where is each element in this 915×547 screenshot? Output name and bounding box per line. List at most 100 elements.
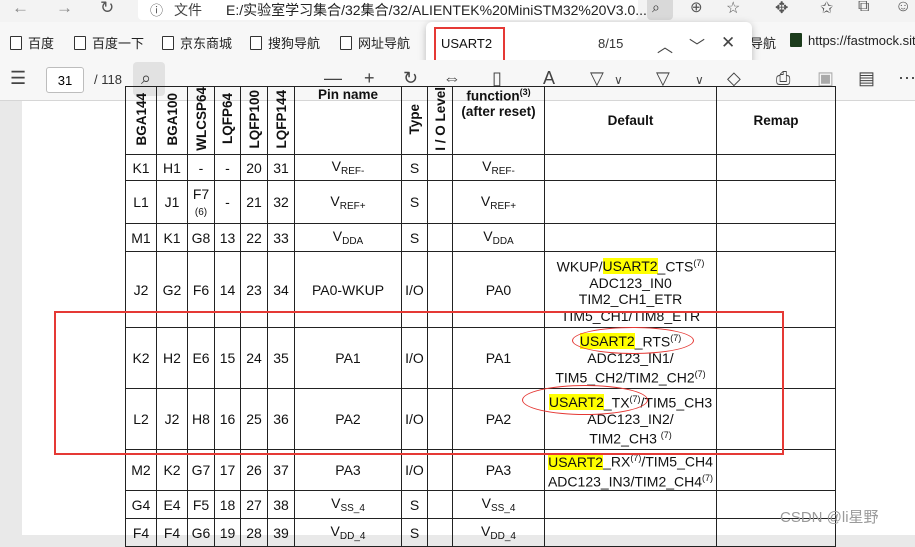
cell: F4 — [156, 518, 188, 547]
cell-pin-name: VREF- — [294, 154, 402, 181]
header-main-function: function(3) (after reset) — [452, 86, 545, 155]
cell: 37 — [267, 448, 295, 492]
find-previous-icon[interactable]: ︿ — [657, 33, 673, 57]
extensions-icon[interactable]: ✥ — [775, 0, 788, 18]
cell: 32 — [267, 180, 295, 224]
cell: - — [187, 154, 215, 181]
page-number-input[interactable]: 31 — [46, 67, 84, 93]
table-row: G4 E4 F5 18 27 38 VSS_4 S VSS_4 — [125, 490, 836, 520]
cell-pin-name: VDDA — [294, 223, 402, 252]
contents-icon[interactable]: ☰ — [10, 68, 26, 89]
cell: 21 — [240, 180, 268, 224]
cell-default — [544, 154, 717, 181]
cell-remap — [716, 223, 836, 252]
header-lqfp144: LQFP144 — [267, 86, 295, 155]
search-highlight: USART2 — [548, 453, 604, 470]
bookmark-label: 百度一下 — [92, 36, 145, 51]
header-default: Default — [544, 86, 717, 155]
cell: 18 — [214, 490, 241, 520]
bookmark-sogou[interactable]: 搜狗导航 — [250, 33, 320, 52]
cell-pin-name: VSS_4 — [294, 490, 402, 520]
find-icon: ⌕ — [652, 0, 660, 15]
cell: G7 — [187, 448, 215, 492]
cell: 38 — [267, 490, 295, 520]
save-as-icon[interactable]: ▤ — [858, 68, 875, 89]
cell: G4 — [125, 490, 157, 520]
bookmark-baidu-search[interactable]: 百度一下 — [74, 33, 144, 52]
cell: K1 — [125, 154, 157, 181]
find-match-count: 8/15 — [598, 36, 624, 51]
find-toggle-button[interactable] — [647, 0, 673, 20]
info-icon[interactable]: ⓘ — [150, 0, 163, 19]
find-next-icon[interactable]: ﹀ — [689, 33, 705, 57]
cell-pin-name: VREF+ — [294, 180, 402, 224]
favorite-star-icon[interactable]: ☆ — [726, 0, 740, 18]
chevron-down-icon[interactable]: ∨ — [614, 73, 623, 87]
header-lqfp64: LQFP64 — [214, 86, 241, 155]
collections-icon[interactable]: ⧉ — [858, 0, 869, 16]
bookmark-nav[interactable]: 导航 — [750, 33, 776, 52]
find-input[interactable]: USART2 — [441, 36, 492, 51]
cell: E4 — [156, 490, 188, 520]
cell: G6 — [187, 518, 215, 547]
zoom-icon[interactable]: ⊕ — [690, 0, 703, 16]
profile-icon[interactable]: ☺ — [895, 0, 911, 16]
bookmark-fastmock[interactable]: https://fastmock.sit — [790, 33, 915, 48]
cell-remap — [716, 154, 836, 181]
chevron-down-icon[interactable]: ∨ — [695, 73, 704, 87]
fastmock-icon — [790, 33, 802, 47]
bookmark-label: 导航 — [750, 36, 777, 51]
cell — [427, 448, 453, 492]
back-icon[interactable]: ← — [12, 0, 29, 18]
bookmark-jd[interactable]: 京东商城 — [162, 33, 232, 52]
cell: 20 — [240, 154, 268, 181]
cell-default — [544, 490, 717, 520]
cell: 17 — [214, 448, 241, 492]
page-icon — [74, 36, 86, 50]
bookmark-label: https://fastmock.sit — [808, 33, 915, 48]
cell-main-function: VDDA — [452, 223, 545, 252]
table-header-row: BGA144 BGA100 WLCSP64 LQFP64 LQFP100 LQF… — [125, 86, 836, 155]
bookmark-label: 京东商城 — [180, 36, 233, 51]
header-io-level: I / O Level — [427, 86, 453, 155]
annotation-ellipse — [572, 327, 694, 354]
cell: 33 — [267, 223, 295, 252]
bookmark-baidu[interactable]: 百度 — [10, 33, 54, 52]
cell: F5 — [187, 490, 215, 520]
cell: G8 — [187, 223, 215, 252]
cell-remap — [716, 180, 836, 224]
cell — [427, 223, 453, 252]
cell: M1 — [125, 223, 157, 252]
page-icon — [250, 36, 262, 50]
forward-icon[interactable]: → — [56, 0, 73, 18]
header-pin-name: Pin name — [294, 86, 402, 155]
cell: - — [214, 180, 241, 224]
watermark: CSDN @li星野 — [780, 509, 879, 526]
table-row: M2 K2 G7 17 26 37 PA3 I/O PA3 USART2_RX(… — [125, 448, 836, 492]
cell: 13 — [214, 223, 241, 252]
cell: 26 — [240, 448, 268, 492]
cell-type: S — [401, 490, 428, 520]
more-icon[interactable]: ⋯ — [898, 68, 915, 89]
cell — [427, 154, 453, 181]
cell: K2 — [156, 448, 188, 492]
cell: 19 — [214, 518, 241, 547]
bookmark-url-nav[interactable]: 网址导航 — [340, 33, 410, 52]
page-total: / 118 — [94, 72, 122, 87]
cell: 22 — [240, 223, 268, 252]
cell-pin-name: VDD_4 — [294, 518, 402, 547]
favorites-icon[interactable]: ✩ — [820, 0, 833, 18]
refresh-icon[interactable]: ↻ — [100, 0, 114, 18]
header-type: Type — [401, 86, 428, 155]
cell-type: S — [401, 518, 428, 547]
cell: 27 — [240, 490, 268, 520]
cell-remap — [716, 448, 836, 492]
cell: F4 — [125, 518, 157, 547]
cell-default — [544, 518, 717, 547]
url-text[interactable]: E:/实验室学习集合/32集合/32/ALIENTEK%20MiniSTM32%… — [226, 0, 647, 20]
find-close-icon[interactable]: ✕ — [721, 33, 735, 53]
header-wlcsp64: WLCSP64 — [187, 86, 215, 155]
annotation-ellipse — [522, 385, 648, 415]
cell-type: S — [401, 223, 428, 252]
cell — [427, 180, 453, 224]
